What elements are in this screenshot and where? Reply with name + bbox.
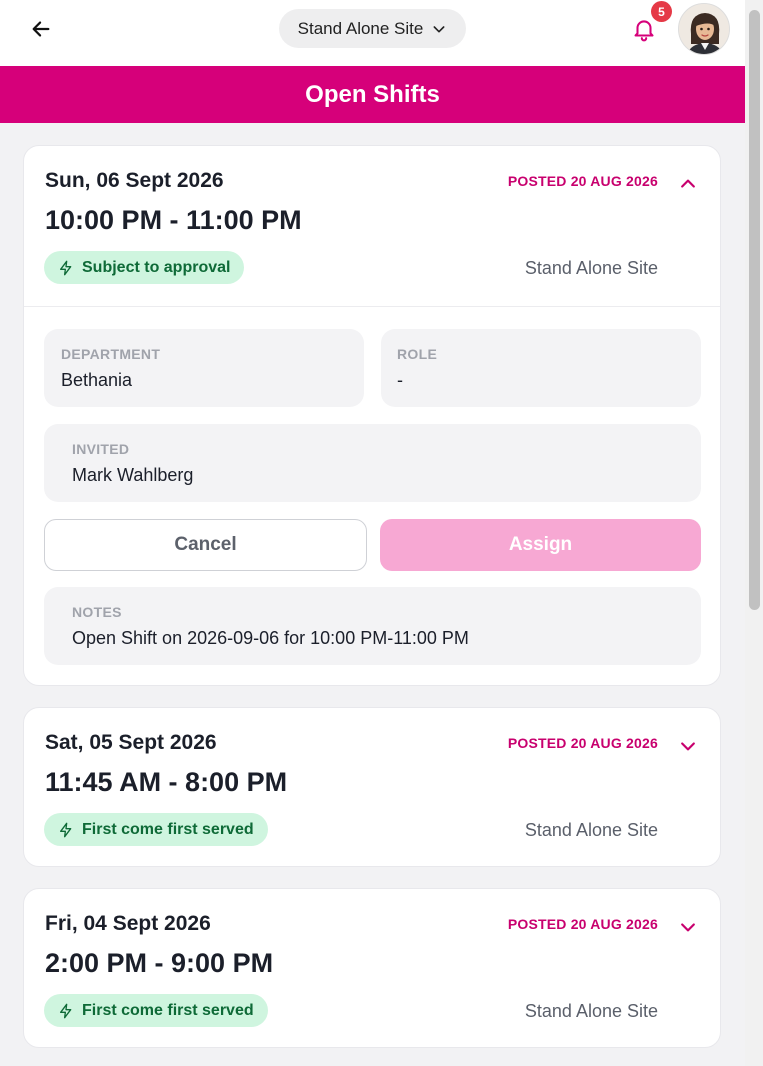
shift-date: Fri, 04 Sept 2026	[45, 912, 211, 935]
role-label: ROLE	[397, 346, 438, 362]
collapse-button[interactable]	[676, 172, 700, 196]
invited-label: INVITED	[72, 441, 130, 457]
assignment-type-badge: First come first served	[44, 813, 268, 846]
shift-date: Sat, 05 Sept 2026	[45, 731, 217, 754]
shift-card: Sun, 06 Sept 2026 POSTED 20 AUG 2026 10:…	[23, 145, 721, 686]
assignment-type-badge: Subject to approval	[44, 251, 245, 284]
shift-date: Sun, 06 Sept 2026	[45, 169, 224, 192]
chevron-down-icon	[433, 25, 445, 32]
bell-icon	[634, 20, 654, 42]
chevron-down-icon	[681, 742, 695, 751]
avatar[interactable]	[678, 3, 730, 55]
shift-card[interactable]: Fri, 04 Sept 2026 POSTED 20 AUG 2026 2:0…	[23, 888, 721, 1048]
assign-button[interactable]: Assign	[380, 519, 701, 571]
shift-time: 10:00 PM - 11:00 PM	[45, 205, 302, 235]
posted-date: POSTED 20 AUG 2026	[507, 173, 658, 189]
shift-card[interactable]: Sat, 05 Sept 2026 POSTED 20 AUG 2026 11:…	[23, 707, 721, 867]
shift-time: 11:45 AM - 8:00 PM	[45, 767, 288, 797]
invited-box: INVITED Mark Wahlberg	[44, 424, 701, 502]
divider	[24, 306, 720, 307]
expand-button[interactable]	[676, 734, 700, 758]
chevron-up-icon	[681, 179, 695, 188]
chevron-down-icon	[681, 923, 695, 932]
shift-site: Stand Alone Site	[524, 258, 658, 278]
page-title-banner: Open Shifts	[0, 66, 745, 123]
assignment-type-label: First come first served	[82, 1001, 254, 1019]
top-bar: Stand Alone Site 5	[0, 0, 745, 66]
notes-box: NOTES Open Shift on 2026-09-06 for 10:00…	[44, 587, 701, 665]
shift-time: 2:00 PM - 9:00 PM	[45, 948, 274, 978]
lightning-icon	[60, 260, 72, 275]
department-box: DEPARTMENT Bethania	[44, 329, 364, 407]
site-selector-label: Stand Alone Site	[297, 18, 424, 38]
posted-date: POSTED 20 AUG 2026	[507, 916, 658, 932]
scrollbar-thumb[interactable]	[749, 10, 760, 610]
role-box: ROLE -	[381, 329, 701, 407]
site-selector[interactable]: Stand Alone Site	[279, 9, 466, 48]
invited-value: Mark Wahlberg	[72, 465, 194, 485]
assignment-type-label: First come first served	[82, 820, 254, 838]
lightning-icon	[60, 822, 72, 837]
lightning-icon	[60, 1003, 72, 1018]
assignment-type-badge: First come first served	[44, 994, 268, 1027]
notes-label: NOTES	[72, 604, 122, 620]
assignment-type-label: Subject to approval	[82, 258, 231, 276]
user-avatar-icon	[679, 4, 729, 54]
department-value: Bethania	[61, 370, 133, 390]
shift-site: Stand Alone Site	[524, 820, 658, 840]
page-title: Open Shifts	[305, 80, 440, 108]
back-button[interactable]	[26, 14, 56, 44]
department-label: DEPARTMENT	[61, 346, 161, 362]
cancel-button[interactable]: Cancel	[44, 519, 367, 571]
expand-button[interactable]	[676, 915, 700, 939]
posted-date: POSTED 20 AUG 2026	[507, 735, 658, 751]
notification-count-badge: 5	[651, 1, 672, 22]
role-value: -	[397, 370, 403, 390]
shift-site: Stand Alone Site	[524, 1001, 658, 1021]
scrollbar[interactable]	[745, 0, 763, 1066]
arrow-left-icon	[32, 21, 50, 37]
notes-value: Open Shift on 2026-09-06 for 10:00 PM-11…	[72, 628, 469, 648]
